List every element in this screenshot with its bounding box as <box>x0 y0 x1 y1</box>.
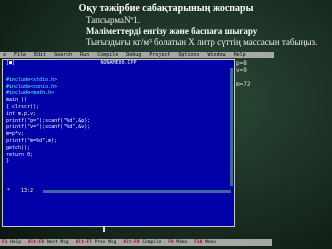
status-bar: F1 Help Alt-F8 Next Msg Alt-F7 Prev Msg … <box>0 239 272 246</box>
menu-window[interactable]: Window <box>208 52 226 58</box>
modified-indicator: * <box>7 188 11 194</box>
output-line: p=8 <box>236 60 247 67</box>
code-line: printf("p=");scanf("%d",&p); <box>6 117 91 124</box>
menu-compile[interactable]: Compile <box>97 52 118 58</box>
vertical-scrollbar[interactable] <box>230 68 233 186</box>
menu-project[interactable]: Project <box>149 52 170 58</box>
menu-options[interactable]: Options <box>178 52 199 58</box>
code-line: int m,p,v; <box>6 110 37 117</box>
code-line: #include<math.h> <box>6 90 55 97</box>
status-compile[interactable]: Alt-F9 Compile <box>123 240 161 245</box>
menu-file[interactable]: File <box>14 52 26 58</box>
code-line: main () <box>6 97 28 104</box>
code-line: return 0; <box>6 151 34 158</box>
program-output: p=8 v=9 m=72 <box>236 60 276 100</box>
output-line: m=72 <box>236 81 251 88</box>
turbo-c-ide: ≡ File Edit Search Run Compile Debug Pro… <box>0 50 332 249</box>
editor-window[interactable]: [■] NONAME00.CPP #include<stdio.h> #inclu… <box>2 59 235 227</box>
status-make[interactable]: F9 Make <box>168 240 187 245</box>
code-line: { clrscr(); <box>6 103 40 110</box>
code-line: printf("m=%d",m); <box>6 137 58 144</box>
code-line: #include<conio.h> <box>6 83 58 90</box>
menu-search[interactable]: Search <box>54 52 72 58</box>
status-next-msg[interactable]: Alt-F8 Next Msg <box>28 240 69 245</box>
menu-debug[interactable]: Debug <box>126 52 141 58</box>
output-line: v=9 <box>236 67 247 74</box>
status-help[interactable]: F1 Help <box>2 240 21 245</box>
menu-bar: ≡ File Edit Search Run Compile Debug Pro… <box>0 52 274 58</box>
task-heading: Мәліметтерді енгізу және баспаға шығару <box>86 26 258 36</box>
text-cursor <box>103 226 105 232</box>
menu-run[interactable]: Run <box>80 52 89 58</box>
status-menu[interactable]: F10 Menu <box>194 240 216 245</box>
menu-help[interactable]: Help <box>234 52 246 58</box>
code-line: m=p*v; <box>6 131 25 138</box>
code-line: printf("v=");scanf("%d",&v); <box>6 124 91 131</box>
code-line: #include<stdio.h> <box>6 76 58 83</box>
code-line: } <box>6 158 10 165</box>
code-area[interactable]: #include<stdio.h> #include<conio.h> #inclu… <box>6 70 90 179</box>
system-menu-icon[interactable]: ≡ <box>3 52 6 58</box>
cursor-position: 13:2 <box>21 188 34 194</box>
slide-title: Оқу тәжірбие сабақтарының жоспары <box>78 3 254 14</box>
menu-edit[interactable]: Edit <box>34 52 46 58</box>
task-number: ТапсырмаNº1. <box>86 15 141 25</box>
editor-title: NONAME00.CPP <box>100 60 137 66</box>
horizontal-scrollbar[interactable] <box>43 190 231 193</box>
code-line: getch(); <box>6 144 31 151</box>
task-description: Тығыздығы кг/м³ болатын Х литр сүттің ма… <box>86 37 318 47</box>
slide-background: Оқу тәжірбие сабақтарының жоспары Тапсыр… <box>0 0 332 249</box>
status-prev-msg[interactable]: Alt-F7 Prev Msg <box>76 240 117 245</box>
